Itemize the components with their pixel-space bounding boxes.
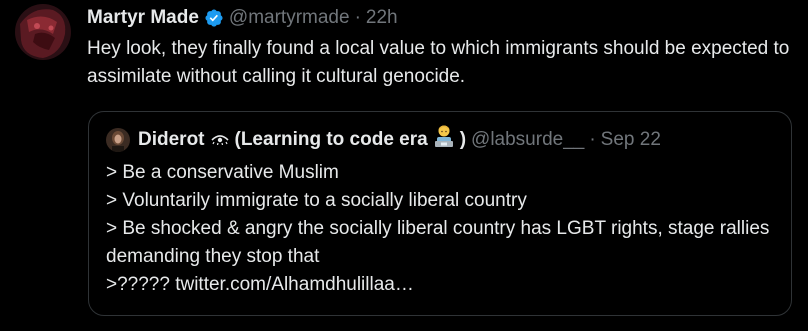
quoted-line-link[interactable]: >????? twitter.com/Alhamdhulillaa…	[106, 271, 786, 299]
quoted-author-handle[interactable]: @labsurde__	[471, 128, 584, 152]
quoted-line: > Be shocked & angry the socially libera…	[106, 218, 770, 267]
verified-badge-icon	[204, 8, 224, 28]
tweet-timestamp[interactable]: 22h	[366, 6, 398, 30]
quoted-author-label-start: (Learning to code era	[234, 128, 428, 150]
quoted-author-label-end: )	[459, 128, 467, 150]
tweet-header: Martyr Made @martyrmade · 22h	[87, 6, 398, 30]
quoted-line: > Be a conservative Muslim	[106, 162, 339, 183]
quoted-author-avatar	[106, 127, 130, 152]
author-avatar[interactable]	[15, 4, 71, 60]
technologist-emoji-icon	[433, 124, 455, 155]
author-handle[interactable]: @martyrmade	[229, 6, 350, 30]
quoted-timestamp[interactable]: Sep 22	[601, 128, 661, 152]
quoted-tweet-card[interactable]: Diderot (Learning to code era ) @labsurd…	[88, 111, 792, 316]
header-separator: ·	[354, 7, 361, 28]
eye-symbol-icon	[210, 128, 230, 152]
tweet-text: Hey look, they finally found a local val…	[87, 38, 790, 87]
quoted-line: > Voluntarily immigrate to a socially li…	[106, 190, 527, 211]
quoted-tweet-header: Diderot (Learning to code era ) @labsurd…	[106, 124, 661, 155]
quoted-separator: ·	[589, 128, 596, 150]
author-name[interactable]: Martyr Made	[87, 6, 199, 30]
quoted-author-name[interactable]: Diderot	[138, 128, 205, 152]
quoted-tweet-text: > Be a conservative Muslim > Voluntarily…	[106, 159, 786, 299]
